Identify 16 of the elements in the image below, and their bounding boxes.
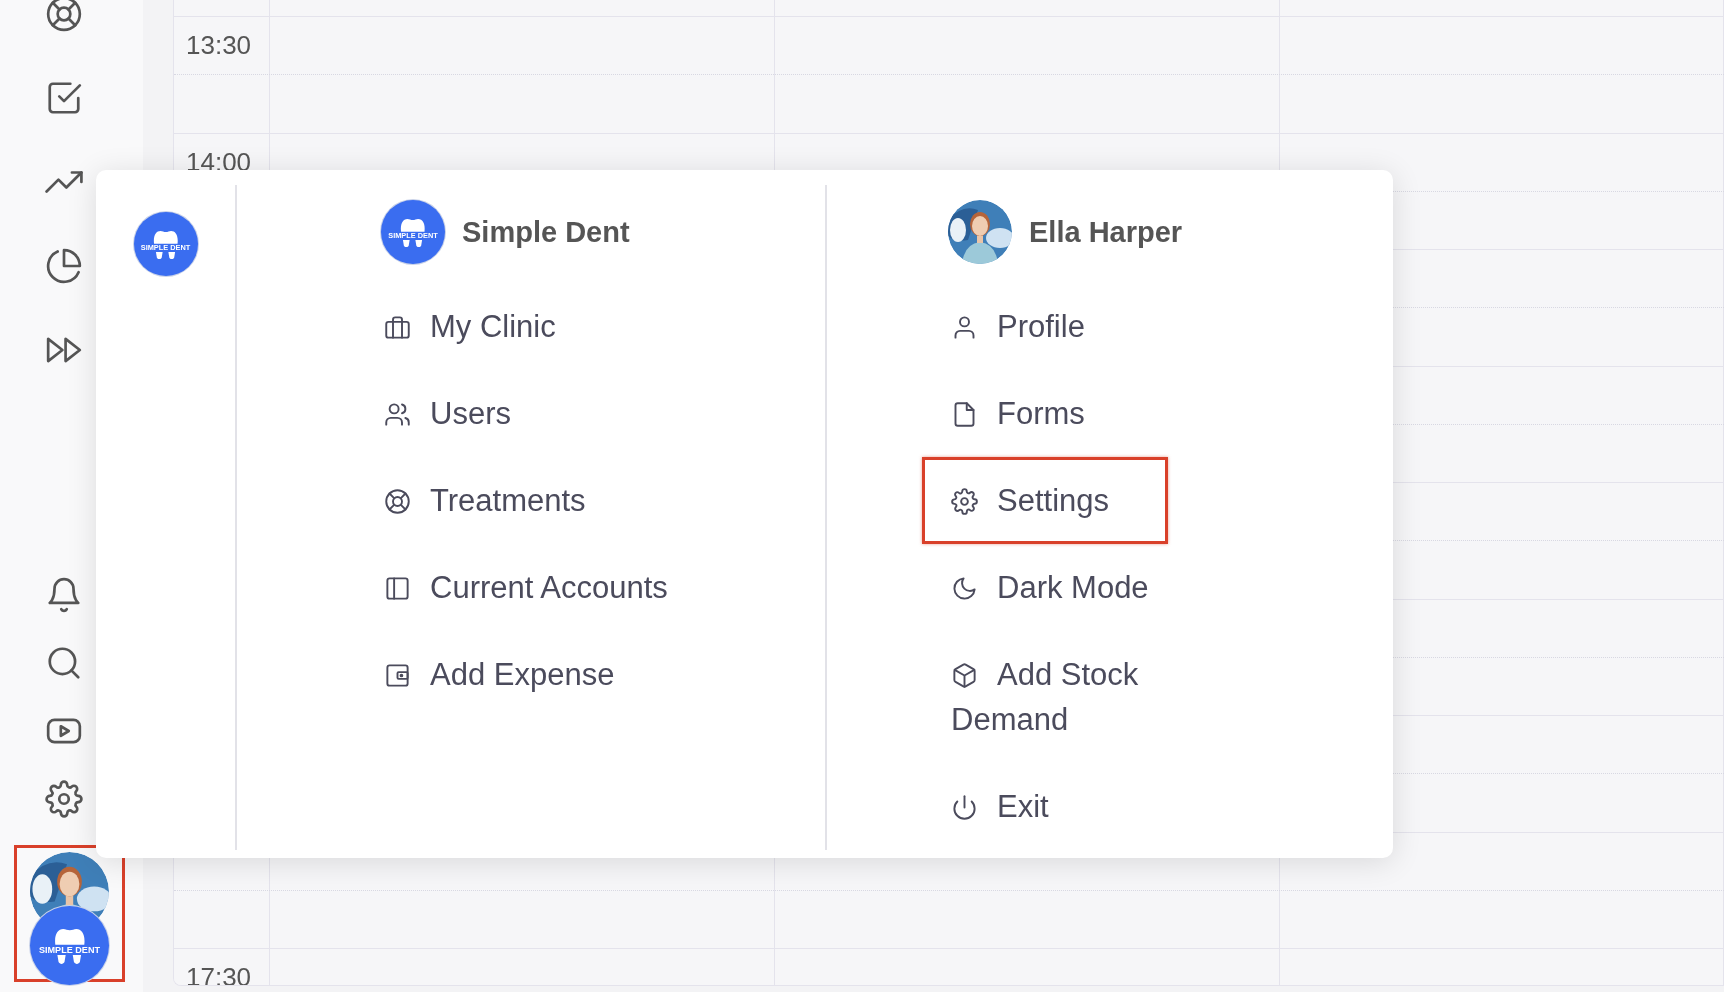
account-switcher[interactable]: SIMPLE DENT [14, 845, 125, 982]
user-name: Ella Harper [1029, 215, 1183, 249]
menu-item[interactable]: Treatments [355, 457, 645, 544]
menu-item[interactable]: Forms [922, 370, 1144, 457]
clinic-name: Simple Dent [462, 215, 630, 249]
logo-text: SIMPLE DENT [39, 944, 100, 955]
menu-item[interactable]: Add Stock Demand [922, 631, 1242, 763]
menu-item[interactable]: Add Expense [355, 631, 674, 718]
menu-item[interactable]: Dark Mode [922, 544, 1208, 631]
menu-item[interactable]: Settings [922, 457, 1168, 544]
time-label: 13:30 [186, 30, 252, 60]
menu-item[interactable]: Users [355, 370, 570, 457]
menu-item[interactable]: My Clinic [355, 283, 615, 370]
menu-item[interactable]: Profile [922, 283, 1144, 370]
menu-item[interactable]: Exit [922, 763, 1108, 850]
menu-item[interactable]: Current Accounts [355, 544, 727, 631]
